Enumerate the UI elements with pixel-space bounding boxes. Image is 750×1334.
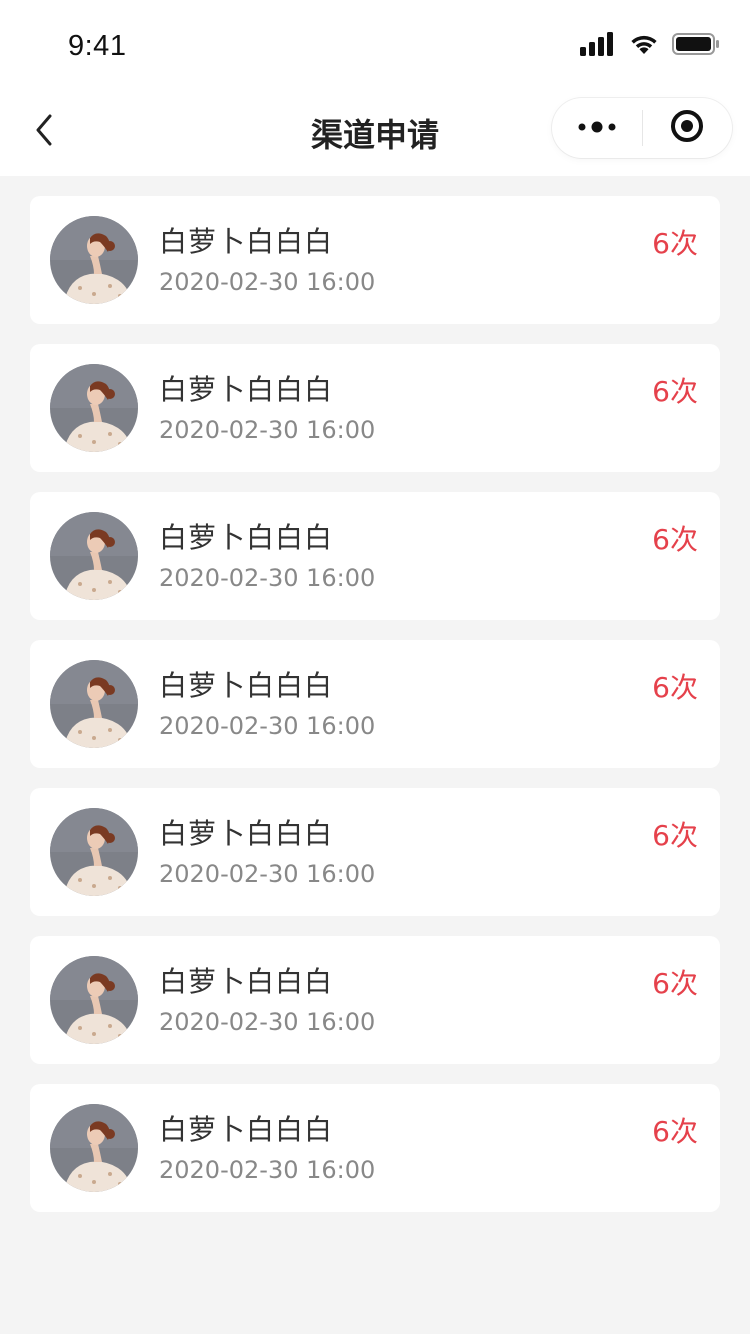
avatar: [50, 660, 138, 748]
wifi-icon: [628, 32, 660, 60]
item-name: 白萝卜白白白: [159, 965, 334, 998]
item-name: 白萝卜白白白: [159, 1113, 334, 1146]
list-item[interactable]: 白萝卜白白白 2020-02-30 16:00 6次: [30, 936, 720, 1064]
battery-icon: [672, 32, 720, 60]
status-icons: [580, 32, 720, 60]
item-date: 2020-02-30 16:00: [159, 1008, 376, 1036]
avatar: [50, 216, 138, 304]
item-count: 6次: [652, 523, 698, 556]
application-list: 白萝卜白白白 2020-02-30 16:00 6次 白萝卜白白白 2020-0…: [30, 196, 720, 1232]
item-date: 2020-02-30 16:00: [159, 564, 376, 592]
list-item[interactable]: 白萝卜白白白 2020-02-30 16:00 6次: [30, 196, 720, 324]
mini-program-capsule: [552, 98, 732, 158]
item-count: 6次: [652, 1115, 698, 1148]
avatar: [50, 364, 138, 452]
item-name: 白萝卜白白白: [159, 669, 334, 702]
item-name: 白萝卜白白白: [159, 521, 334, 554]
item-count: 6次: [652, 375, 698, 408]
item-count: 6次: [652, 227, 698, 260]
list-item[interactable]: 白萝卜白白白 2020-02-30 16:00 6次: [30, 788, 720, 916]
item-name: 白萝卜白白白: [159, 373, 334, 406]
list-item[interactable]: 白萝卜白白白 2020-02-30 16:00 6次: [30, 344, 720, 472]
item-name: 白萝卜白白白: [159, 225, 334, 258]
list-item[interactable]: 白萝卜白白白 2020-02-30 16:00 6次: [30, 640, 720, 768]
more-button[interactable]: [552, 98, 642, 158]
item-count: 6次: [652, 671, 698, 704]
avatar: [50, 512, 138, 600]
signal-icon: [580, 32, 616, 60]
item-name: 白萝卜白白白: [159, 817, 334, 850]
more-dots-icon: [577, 119, 617, 138]
status-bar: 9:41: [0, 0, 750, 88]
close-button[interactable]: [643, 98, 733, 158]
item-date: 2020-02-30 16:00: [159, 712, 376, 740]
item-date: 2020-02-30 16:00: [159, 268, 376, 296]
list-item[interactable]: 白萝卜白白白 2020-02-30 16:00 6次: [30, 1084, 720, 1212]
item-date: 2020-02-30 16:00: [159, 1156, 376, 1184]
list-item[interactable]: 白萝卜白白白 2020-02-30 16:00 6次: [30, 492, 720, 620]
avatar: [50, 956, 138, 1044]
avatar: [50, 1104, 138, 1192]
avatar: [50, 808, 138, 896]
status-time: 9:41: [68, 30, 127, 62]
item-date: 2020-02-30 16:00: [159, 416, 376, 444]
target-circle-icon: [670, 109, 704, 147]
item-count: 6次: [652, 967, 698, 1000]
item-count: 6次: [652, 819, 698, 852]
item-date: 2020-02-30 16:00: [159, 860, 376, 888]
nav-bar: 渠道申请: [0, 88, 750, 176]
